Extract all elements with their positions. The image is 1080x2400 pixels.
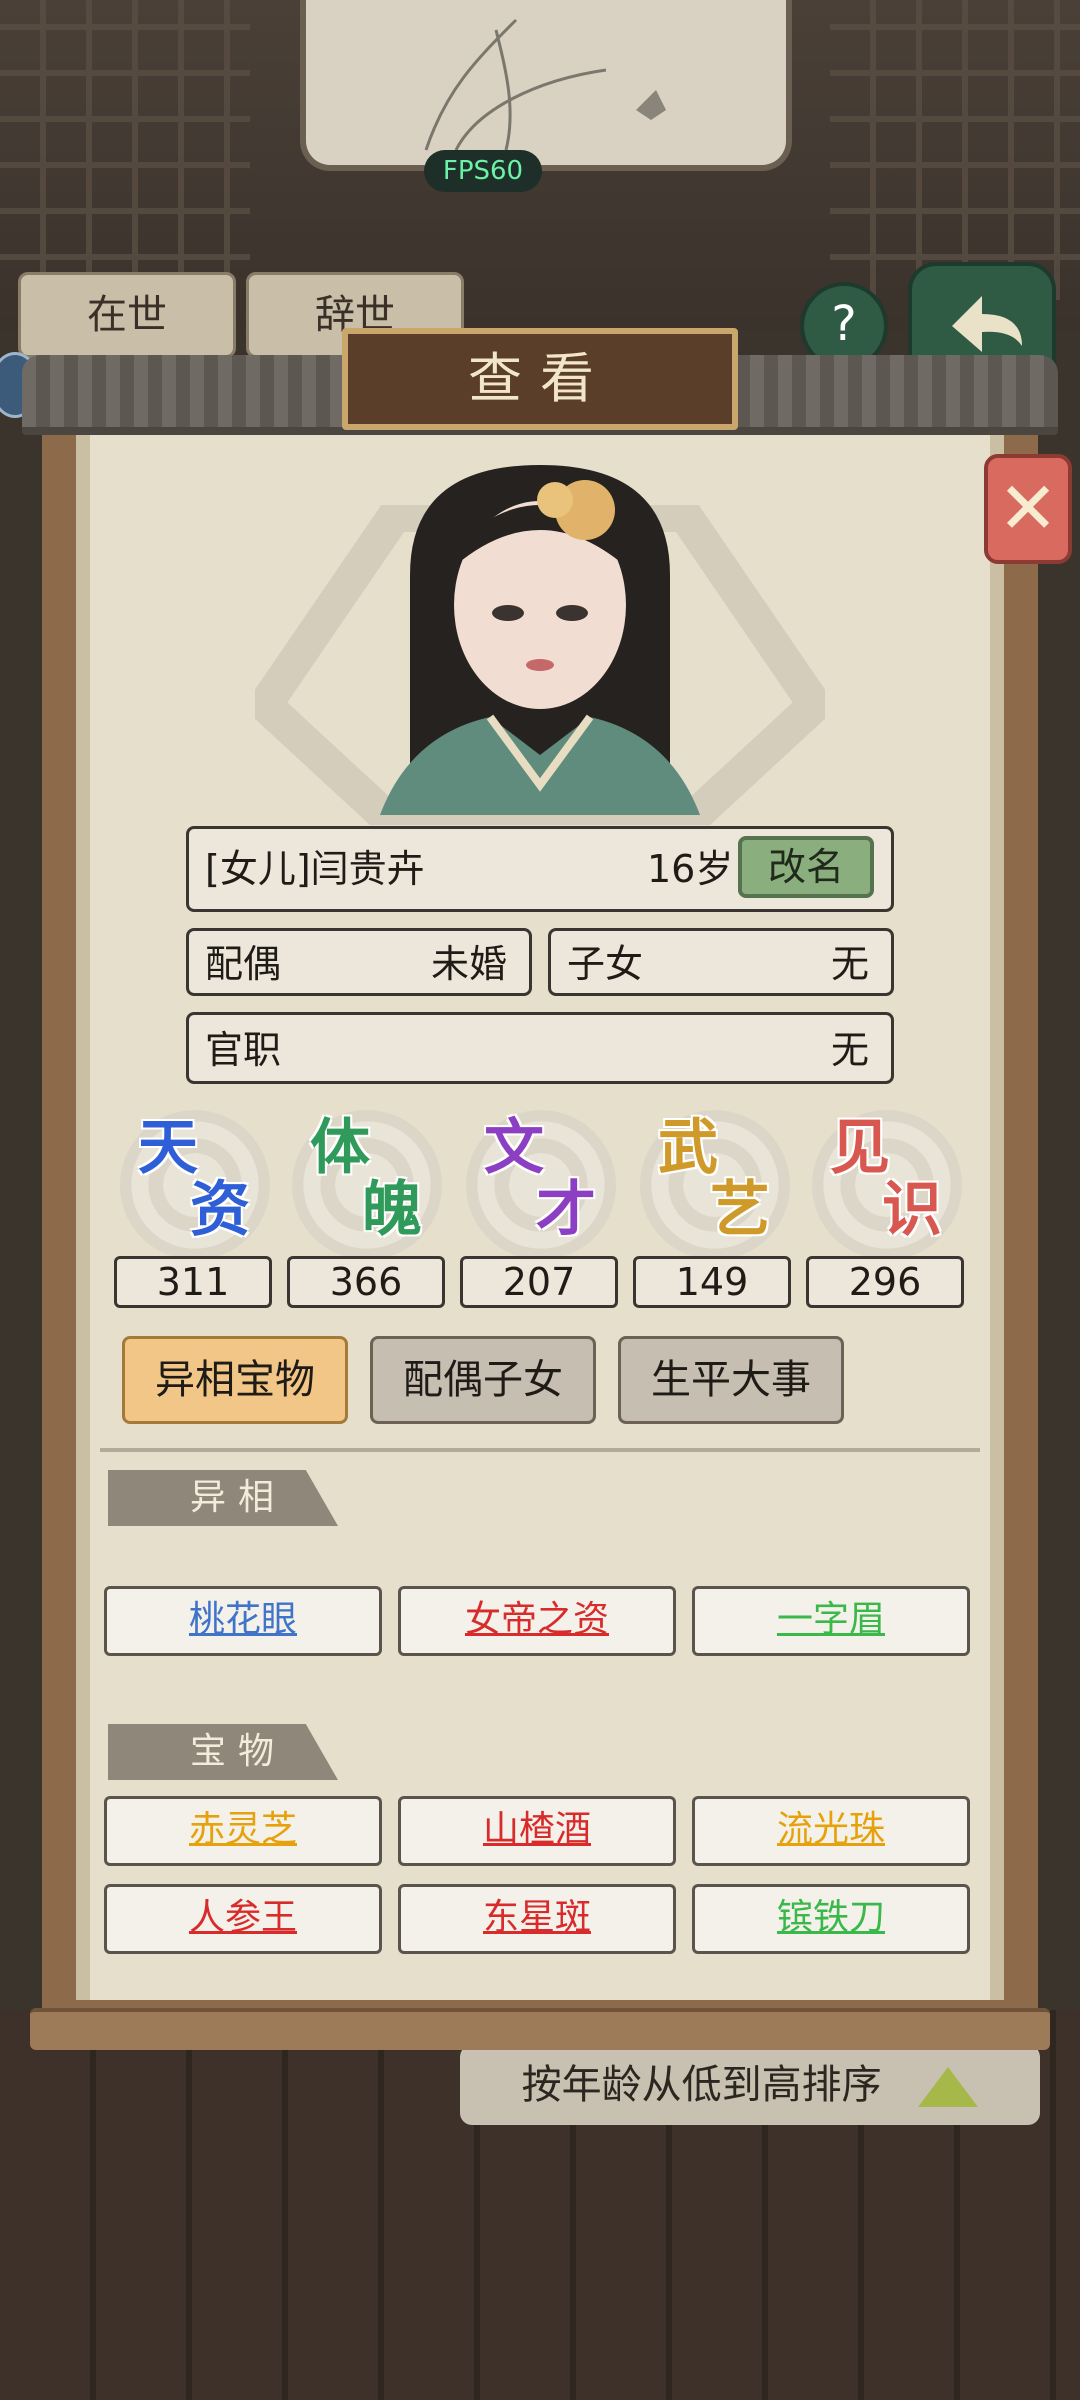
stat-value-talent: 311 <box>114 1256 272 1308</box>
treasure-chip[interactable]: 流光珠 <box>692 1796 970 1866</box>
trait-chip[interactable]: 女帝之资 <box>398 1586 676 1656</box>
window-lattice-right <box>830 0 1080 300</box>
spouse-row: 配偶 未婚 <box>186 928 532 996</box>
tab-traits-treasures[interactable]: 异相宝物 <box>122 1336 348 1424</box>
spouse-value: 未婚 <box>430 942 507 986</box>
treasure-chip[interactable]: 镔铁刀 <box>692 1884 970 1954</box>
treasure-chip[interactable]: 人参王 <box>104 1884 382 1954</box>
stat-value-knowledge: 296 <box>806 1256 964 1308</box>
window-lattice-left <box>0 0 250 300</box>
sort-order-button[interactable]: 按年龄从低到高排序 <box>460 2045 1040 2125</box>
stat-label-talent: 天资 <box>138 1113 250 1245</box>
treasure-chip[interactable]: 山楂酒 <box>398 1796 676 1866</box>
children-value: 无 <box>830 942 869 986</box>
spouse-label: 配偶 <box>205 942 282 986</box>
treasure-chip[interactable]: 赤灵芝 <box>104 1796 382 1866</box>
children-row: 子女 无 <box>548 928 894 996</box>
tab-life-events[interactable]: 生平大事 <box>618 1336 844 1424</box>
rename-button[interactable]: 改名 <box>738 836 874 898</box>
tab-spouse-children[interactable]: 配偶子女 <box>370 1336 596 1424</box>
stat-value-physique: 366 <box>287 1256 445 1308</box>
treasures-section-header: 宝物 <box>108 1724 338 1780</box>
office-value: 无 <box>830 1028 869 1072</box>
treasure-chip[interactable]: 东星斑 <box>398 1884 676 1954</box>
close-button[interactable]: ✕ <box>984 454 1072 564</box>
traits-section-title: 异相 <box>190 1477 287 1518</box>
close-x-icon: ✕ <box>997 466 1059 550</box>
trait-chip[interactable]: 桃花眼 <box>104 1586 382 1656</box>
children-label: 子女 <box>567 942 644 986</box>
stat-label-literary: 文才 <box>484 1113 596 1245</box>
stat-label-martial: 武艺 <box>658 1113 770 1245</box>
stat-value-literary: 207 <box>460 1256 618 1308</box>
dialog-base <box>30 2008 1050 2050</box>
dialog-title: 查看 <box>342 328 738 430</box>
stat-label-physique: 体魄 <box>310 1113 422 1245</box>
trait-chip[interactable]: 一字眉 <box>692 1586 970 1656</box>
character-portrait <box>380 465 700 815</box>
stat-value-martial: 149 <box>633 1256 791 1308</box>
office-row: 官职 无 <box>186 1012 894 1084</box>
traits-section-header: 异相 <box>108 1470 338 1526</box>
stat-label-knowledge: 见识 <box>830 1113 942 1245</box>
character-name: [女儿]闫贵卉 <box>205 847 425 891</box>
orchid-painting <box>300 0 792 171</box>
sort-triangle-icon <box>918 2067 979 2107</box>
character-age: 16岁 <box>647 847 734 891</box>
tab-alive[interactable]: 在世 <box>18 272 236 358</box>
treasures-section-title: 宝物 <box>190 1731 287 1772</box>
office-label: 官职 <box>205 1028 282 1072</box>
sort-order-label: 按年龄从低到高排序 <box>521 2062 882 2108</box>
section-divider <box>100 1448 980 1452</box>
fps-counter: FPS60 <box>424 150 542 192</box>
